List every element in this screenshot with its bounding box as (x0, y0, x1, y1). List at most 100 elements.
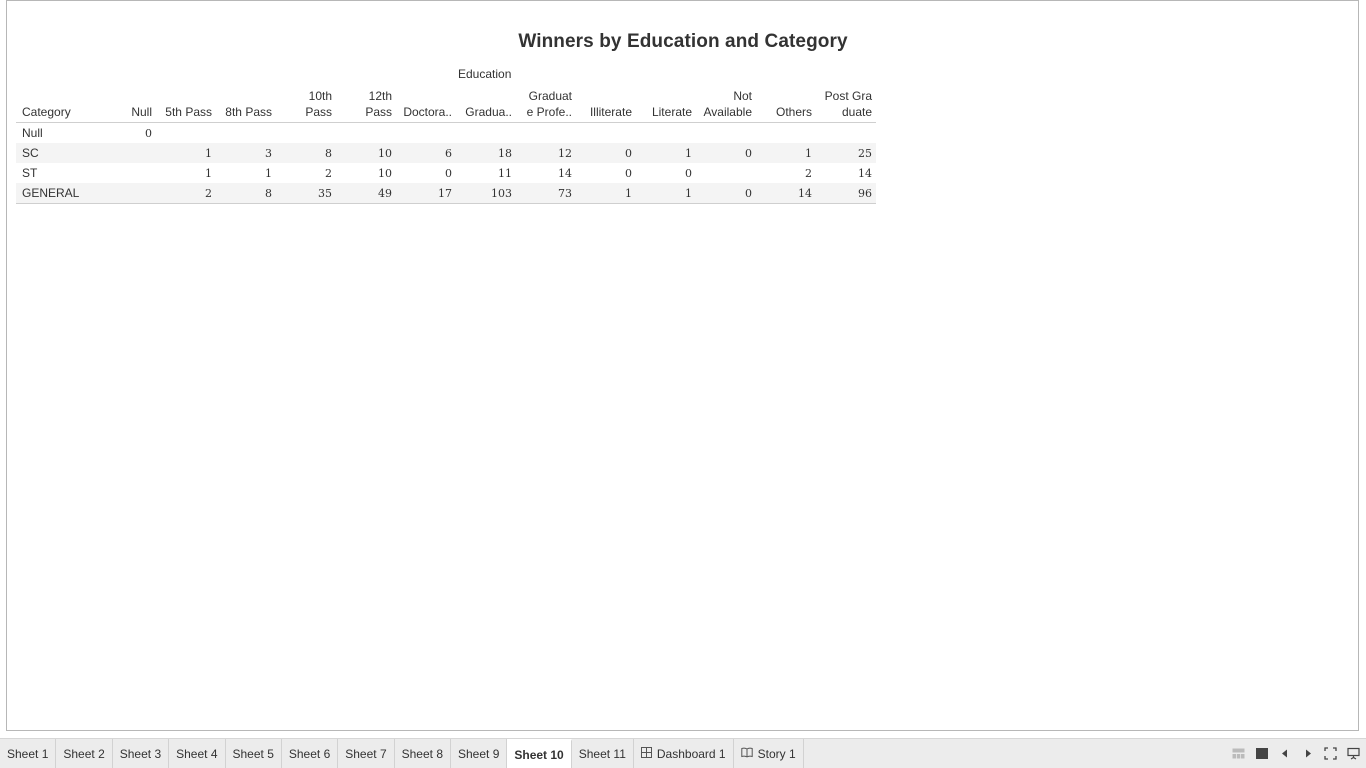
table-row[interactable]: GENERAL 2 8 35 49 17 103 73 1 1 0 14 96 (16, 183, 876, 204)
value-cell[interactable]: 2 (756, 163, 816, 183)
value-cell[interactable]: 49 (336, 183, 396, 204)
show-tabs-icon[interactable] (1255, 747, 1268, 760)
value-cell[interactable] (696, 163, 756, 183)
value-cell[interactable]: 0 (116, 123, 156, 144)
value-cell[interactable] (116, 163, 156, 183)
value-cell[interactable]: 11 (456, 163, 516, 183)
sheet-tab-3[interactable]: Sheet 4 (169, 739, 226, 768)
value-cell[interactable]: 1 (216, 163, 276, 183)
value-cell[interactable]: 0 (576, 163, 636, 183)
category-cell[interactable]: Null (16, 123, 116, 144)
presentation-mode-icon[interactable] (1347, 747, 1360, 760)
sheet-tab-9[interactable]: Sheet 10 (507, 739, 572, 768)
previous-sheet-icon[interactable] (1278, 747, 1291, 760)
sheet-tab-10[interactable]: Sheet 11 (572, 739, 634, 768)
value-cell[interactable]: 8 (216, 183, 276, 204)
education-column-header-0[interactable]: Null (116, 88, 156, 123)
value-cell[interactable]: 10 (336, 143, 396, 163)
value-cell[interactable]: 0 (696, 183, 756, 204)
value-cell[interactable] (516, 123, 576, 144)
sheet-tab-11[interactable]: Dashboard 1 (634, 739, 734, 768)
value-cell[interactable] (336, 123, 396, 144)
education-column-header-12[interactable]: Post Gra duate (816, 88, 876, 123)
education-column-header-11[interactable]: Others (756, 88, 816, 123)
table-row[interactable]: SC 1 3 8 10 6 18 12 0 1 0 1 25 (16, 143, 876, 163)
value-cell[interactable] (116, 183, 156, 204)
value-cell[interactable] (576, 123, 636, 144)
value-cell[interactable] (636, 123, 696, 144)
table-row[interactable]: ST 1 1 2 10 0 11 14 0 0 2 14 (16, 163, 876, 183)
sheet-tab-4[interactable]: Sheet 5 (226, 739, 282, 768)
education-column-header-8[interactable]: Illiterate (576, 88, 636, 123)
value-cell[interactable]: 0 (576, 143, 636, 163)
value-cell[interactable]: 6 (396, 143, 456, 163)
education-column-header-3[interactable]: 10th Pass (276, 88, 336, 123)
category-cell[interactable]: SC (16, 143, 116, 163)
value-cell[interactable]: 73 (516, 183, 576, 204)
value-cell[interactable]: 3 (216, 143, 276, 163)
sheet-tab-8[interactable]: Sheet 9 (451, 739, 508, 768)
value-cell[interactable]: 1 (156, 163, 216, 183)
value-cell[interactable] (116, 143, 156, 163)
value-cell[interactable] (276, 123, 336, 144)
value-cell[interactable]: 2 (156, 183, 216, 204)
value-cell[interactable] (396, 123, 456, 144)
education-column-header-6[interactable]: Gradua.. (456, 88, 516, 123)
value-cell[interactable]: 1 (636, 183, 696, 204)
education-column-header-1[interactable]: 5th Pass (156, 88, 216, 123)
sheet-tab-label: Sheet 3 (119, 746, 162, 761)
value-cell[interactable]: 14 (756, 183, 816, 204)
value-cell[interactable]: 10 (336, 163, 396, 183)
education-column-header-4[interactable]: 12th Pass (336, 88, 396, 123)
column-header-line: 12th (368, 89, 392, 103)
value-cell[interactable]: 18 (456, 143, 516, 163)
value-cell[interactable] (216, 123, 276, 144)
value-cell[interactable] (756, 123, 816, 144)
sheet-tab-12[interactable]: Story 1 (734, 739, 804, 768)
value-cell[interactable]: 1 (156, 143, 216, 163)
sheet-tab-label: Sheet 7 (345, 746, 387, 761)
show-filmstrip-icon[interactable] (1232, 747, 1245, 760)
story-book-icon (740, 747, 753, 761)
value-cell[interactable]: 0 (396, 163, 456, 183)
next-sheet-icon[interactable] (1301, 747, 1314, 760)
value-cell[interactable]: 17 (396, 183, 456, 204)
category-cell[interactable]: ST (16, 163, 116, 183)
value-cell[interactable]: 1 (636, 143, 696, 163)
value-cell[interactable]: 12 (516, 143, 576, 163)
sheet-tab-6[interactable]: Sheet 7 (338, 739, 395, 768)
sheet-tab-1[interactable]: Sheet 2 (56, 739, 113, 768)
value-cell[interactable]: 0 (636, 163, 696, 183)
value-cell[interactable]: 1 (756, 143, 816, 163)
category-header: Category (16, 88, 116, 123)
sheet-tab-2[interactable]: Sheet 3 (113, 739, 170, 768)
value-cell[interactable] (156, 123, 216, 144)
value-cell[interactable]: 14 (816, 163, 876, 183)
value-cell[interactable]: 25 (816, 143, 876, 163)
column-header-line: 10th (308, 89, 332, 103)
value-cell[interactable] (816, 123, 876, 144)
education-column-header-9[interactable]: Literate (636, 88, 696, 123)
value-cell[interactable]: 2 (276, 163, 336, 183)
value-cell[interactable]: 0 (696, 143, 756, 163)
sheet-tab-bar: Sheet 1 Sheet 2 Sheet 3 Sheet 4 Sheet 5 Sheet… (0, 738, 1366, 768)
value-cell[interactable]: 35 (276, 183, 336, 204)
value-cell[interactable]: 8 (276, 143, 336, 163)
sheet-tab-7[interactable]: Sheet 8 (395, 739, 451, 768)
dashboard-grid-icon (640, 746, 652, 761)
value-cell[interactable] (696, 123, 756, 144)
value-cell[interactable]: 103 (456, 183, 516, 204)
value-cell[interactable]: 14 (516, 163, 576, 183)
education-column-header-10[interactable]: Not Available (696, 88, 756, 123)
sheet-tab-5[interactable]: Sheet 6 (282, 739, 339, 768)
education-column-header-7[interactable]: Graduat e Profe.. (516, 88, 576, 123)
value-cell[interactable]: 96 (816, 183, 876, 204)
education-column-header-5[interactable]: Doctora.. (396, 88, 456, 123)
sheet-tab-0[interactable]: Sheet 1 (0, 739, 57, 768)
fullscreen-icon[interactable] (1324, 747, 1337, 760)
table-row[interactable]: Null 0 (16, 123, 876, 144)
value-cell[interactable]: 1 (576, 183, 636, 204)
category-cell[interactable]: GENERAL (16, 183, 116, 204)
value-cell[interactable] (456, 123, 516, 144)
education-column-header-2[interactable]: 8th Pass (216, 88, 276, 123)
